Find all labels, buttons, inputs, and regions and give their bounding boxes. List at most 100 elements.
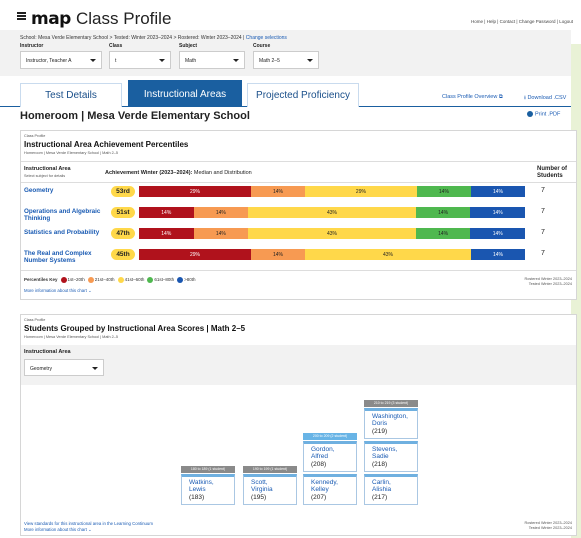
student-score: (218)	[372, 460, 388, 468]
col-achievement-header: Achievement Winter (2023–2024): Median a…	[105, 170, 252, 176]
area-link[interactable]: Geometry	[24, 187, 106, 194]
tested-text: Tested Winter 2023–2024	[528, 282, 572, 286]
student-card[interactable]: Washington, Doris (219)	[364, 408, 418, 439]
percentiles-key: Percentiles Key 1st–20th 21st–40th 41st–60t…	[24, 277, 196, 283]
student-card[interactable]: Stevens, Sadie (218)	[364, 441, 418, 472]
area-link[interactable]: The Real and Complex Number Systems	[24, 250, 106, 264]
student-card[interactable]: Gordon, Alfred (208)	[303, 441, 357, 472]
class-profile-overview-link[interactable]: Class Profile Overview ⧉	[442, 94, 503, 101]
divider	[21, 270, 576, 271]
more-info-link[interactable]: More information about this chart ⌄	[24, 288, 92, 294]
utility-links[interactable]: Home | Help | Contact | Change Password …	[471, 19, 573, 24]
bar-segment: 14%	[193, 228, 249, 239]
area-filter-label: Instructional Area	[24, 349, 71, 355]
student-score: (207)	[311, 493, 327, 501]
course-value: Math 2–5	[259, 58, 280, 64]
tab-test-details[interactable]: Test Details	[20, 83, 122, 107]
panel-subtitle: Homeroom | Mesa Verde Elementary School …	[24, 335, 118, 339]
bar-segment: 14%	[470, 186, 525, 197]
print-pdf-link[interactable]: Print .PDF	[527, 111, 560, 117]
key-dot	[147, 277, 154, 283]
chevron-down-icon	[233, 59, 239, 62]
map-logo: map	[31, 9, 71, 29]
student-card[interactable]: Carlin, Alishia (217)	[364, 474, 418, 505]
bar-segment: 14%	[415, 207, 471, 218]
chevron-down-icon	[92, 367, 98, 370]
student-count: 7	[541, 229, 545, 236]
bar-segment: 14%	[193, 207, 249, 218]
student-score: (208)	[311, 460, 327, 468]
panel-subtitle: Homeroom | Mesa Verde Elementary School …	[24, 151, 118, 155]
bar-segment: 14%	[250, 249, 305, 260]
student-card[interactable]: Kennedy, Kelley (207)	[303, 474, 357, 505]
bar-segment: 14%	[139, 228, 194, 239]
menu-icon[interactable]	[17, 12, 26, 20]
bar-segment: 14%	[139, 207, 194, 218]
subject-select[interactable]: Math	[179, 51, 245, 69]
col-number-header: Number of Students	[537, 166, 567, 179]
col-achievement-bold: Achievement Winter (2023–2024):	[105, 170, 193, 176]
tested-text: Tested Winter 2023–2024	[528, 526, 572, 530]
median-badge: 51st	[111, 207, 135, 218]
student-name: Kelley	[311, 486, 329, 494]
chevron-down-icon	[90, 59, 96, 62]
bar-segment: 14%	[416, 186, 471, 197]
student-name: Gordon,	[311, 446, 335, 453]
col-area-hint: Select subject for details	[24, 174, 66, 178]
distribution-bar: 29% 14% 43% 14%	[139, 249, 525, 260]
area-link[interactable]: Statistics and Probability	[24, 229, 106, 236]
bar-segment: 43%	[248, 207, 416, 218]
chevron-down-icon	[159, 59, 165, 62]
student-card[interactable]: Scott, Virginia (195)	[243, 474, 297, 505]
bar-segment: 14%	[470, 228, 525, 239]
download-csv-link[interactable]: ⭳ Download .CSV	[524, 94, 566, 103]
class-select[interactable]: t	[109, 51, 171, 69]
app-title: Class Profile	[76, 9, 172, 28]
distribution-bar: 29% 14% 29% 14% 14%	[139, 186, 525, 197]
student-name: Carlin,	[372, 479, 391, 486]
area-filter-box	[21, 345, 576, 385]
student-name: Doris	[372, 420, 388, 428]
rostered-note: Rostered Winter 2023–2024 Tested Winter 2…	[525, 277, 573, 287]
print-pdf-label: Print .PDF	[535, 111, 561, 118]
area-select[interactable]: Geometry	[24, 359, 104, 376]
area-value: Geometry	[30, 366, 52, 372]
chevron-down-icon	[307, 59, 313, 62]
change-selections-link[interactable]: Change selections	[246, 35, 287, 41]
key-dot	[117, 277, 124, 283]
course-label: Course	[253, 43, 271, 49]
tab-projected-proficiency[interactable]: Projected Proficiency	[247, 83, 359, 107]
median-badge: 53rd	[111, 186, 135, 197]
student-name: Virginia	[251, 486, 273, 494]
student-score: (183)	[189, 493, 205, 501]
print-icon	[527, 111, 533, 117]
key-dot	[87, 277, 94, 283]
distribution-bar: 14% 14% 43% 14% 14%	[139, 228, 525, 239]
class-label: Class	[109, 43, 123, 49]
median-badge: 47th	[111, 228, 135, 239]
instructor-select[interactable]: Instructor, Teacher A	[20, 51, 102, 69]
more-info-link[interactable]: More information about this chart ⌄	[24, 527, 92, 533]
student-name: Scott,	[251, 479, 268, 486]
key-label: 1st–20th	[67, 277, 85, 283]
tab-instructional-areas[interactable]: Instructional Areas	[128, 80, 242, 107]
student-count: 7	[541, 250, 545, 257]
student-count: 7	[541, 187, 545, 194]
top-bar: map Class Profile Home | Help | Contact …	[0, 0, 581, 30]
bar-segment: 14%	[470, 249, 525, 260]
student-name: Alishia	[372, 486, 392, 494]
page-heading: Homeroom | Mesa Verde Elementary School	[20, 110, 250, 122]
panel-eyebrow: Class Profile	[24, 134, 46, 138]
course-select[interactable]: Math 2–5	[253, 51, 319, 69]
learning-continuum-link[interactable]: View standards for this instructional ar…	[24, 521, 153, 526]
class-value: t	[115, 58, 117, 64]
divider	[21, 182, 576, 183]
area-link[interactable]: Operations and Algebraic Thinking	[24, 208, 106, 222]
bar-segment: 14%	[415, 228, 471, 239]
key-items: 1st–20th 21st–40th 41st–60th 61st–80th >80th	[58, 277, 196, 283]
student-count: 7	[541, 208, 545, 215]
student-name: Stevens,	[372, 446, 398, 453]
student-name: Washington,	[372, 413, 408, 420]
student-card[interactable]: Watkins, Lewis (183)	[181, 474, 235, 505]
key-label: Percentiles Key	[24, 277, 58, 283]
